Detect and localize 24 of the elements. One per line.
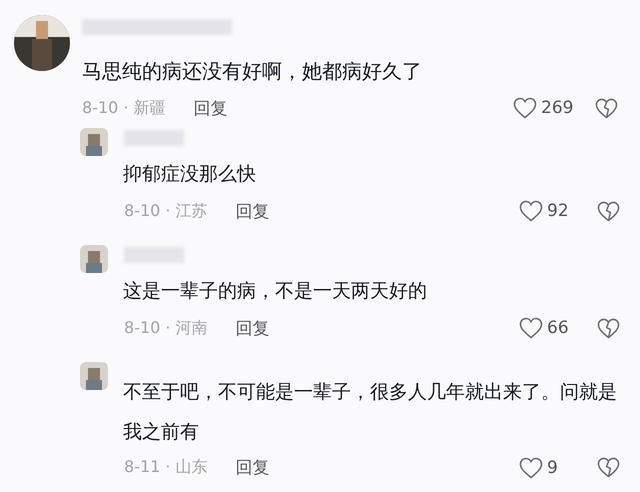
- reply-link[interactable]: 回复: [236, 316, 270, 340]
- comment-text: 马思纯的病还没有好啊，她都病好久了: [82, 58, 423, 85]
- heart-icon[interactable]: [519, 456, 543, 478]
- date-location: 8-11 · 山东: [124, 457, 208, 478]
- like-count: 9: [547, 458, 559, 478]
- like-count: 92: [547, 201, 570, 221]
- reply-link[interactable]: 回复: [236, 200, 270, 222]
- reply-text: 抑郁症没那么快: [123, 162, 257, 187]
- broken-heart-icon[interactable]: [597, 200, 620, 222]
- reply-link[interactable]: 回复: [236, 456, 270, 479]
- broken-heart-icon[interactable]: [597, 318, 620, 338]
- like-count: 66: [547, 318, 570, 338]
- date-location: 8-10 · 江苏: [124, 200, 208, 222]
- date-location: 8-10 · 河南: [124, 318, 208, 338]
- heart-icon[interactable]: [513, 97, 537, 119]
- heart-icon[interactable]: [519, 200, 543, 222]
- broken-heart-icon[interactable]: [595, 98, 618, 118]
- reply-link[interactable]: 回复: [194, 96, 228, 120]
- date-location: 8-10 · 新疆: [82, 98, 166, 118]
- heart-icon[interactable]: [519, 317, 543, 339]
- reply-text: 不至于吧，不可能是一辈子，很多人几年就出来了。问就是我之前有: [123, 380, 618, 445]
- like-count: 269: [541, 98, 574, 118]
- broken-heart-icon[interactable]: [597, 457, 620, 478]
- reply-text: 这是一辈子的病，不是一天两天好的: [123, 279, 428, 304]
